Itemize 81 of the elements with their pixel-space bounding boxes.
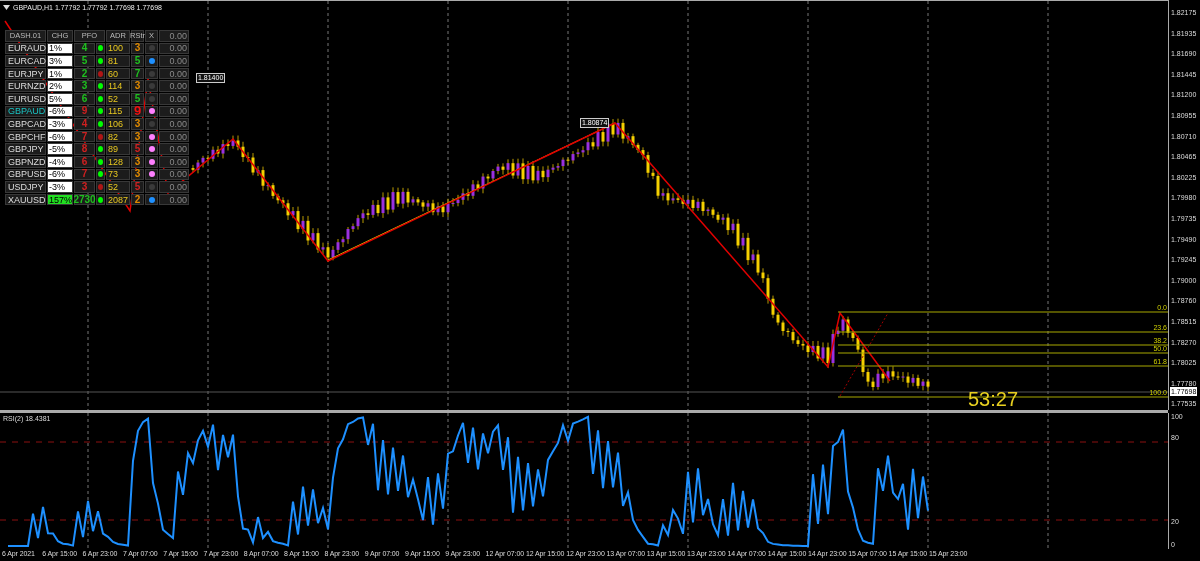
value-cell: 0.00 bbox=[159, 155, 189, 168]
value-cell: 0.00 bbox=[159, 181, 189, 193]
value-cell: 0.00 bbox=[159, 42, 189, 55]
pfo-cell: 2 bbox=[74, 67, 95, 80]
symbol-cell[interactable]: GBPUSD bbox=[5, 168, 46, 181]
strength-cell: 3 bbox=[131, 130, 144, 143]
strength-cell: 3 bbox=[131, 80, 144, 92]
pfo-cell: 5 bbox=[74, 55, 95, 67]
pfo-cell: 9 bbox=[74, 105, 95, 118]
value-cell: 0.00 bbox=[159, 143, 189, 155]
symbol-cell[interactable]: GBPCAD bbox=[5, 118, 46, 130]
strength-cell: 3 bbox=[131, 168, 144, 181]
adr-cell: 128 bbox=[106, 155, 130, 168]
pfo-cell: 7 bbox=[74, 130, 95, 143]
adr-cell: 100 bbox=[106, 42, 130, 55]
value-cell: 0.00 bbox=[159, 130, 189, 143]
countdown-timer: 53:27 bbox=[968, 389, 1019, 409]
pfo-cell: 6 bbox=[74, 92, 95, 105]
strength-cell: 5 bbox=[131, 181, 144, 193]
value-cell: 0.00 bbox=[159, 80, 189, 92]
strength-cell: 3 bbox=[131, 118, 144, 130]
value-cell: 0.00 bbox=[159, 30, 189, 42]
symbol-cell[interactable]: GBPAUD bbox=[5, 105, 46, 118]
pfo-cell: 6 bbox=[74, 155, 95, 168]
adr-cell: 82 bbox=[106, 130, 130, 143]
symbol-cell[interactable]: XAUUSD bbox=[5, 193, 46, 206]
strength-cell: 5 bbox=[131, 143, 144, 155]
change-cell: -3% bbox=[47, 118, 73, 130]
change-cell: -3% bbox=[47, 181, 73, 193]
symbol-cell[interactable]: GBPJPY bbox=[5, 143, 46, 155]
strength-cell: 3 bbox=[131, 42, 144, 55]
symbol-cell[interactable]: GBPNZD bbox=[5, 155, 46, 168]
strength-cell: 2 bbox=[131, 193, 144, 206]
pfo-cell: 8 bbox=[74, 143, 95, 155]
symbol-cell[interactable]: EURUSD bbox=[5, 92, 46, 105]
value-cell: 0.00 bbox=[159, 105, 189, 118]
value-cell: 0.00 bbox=[159, 67, 189, 80]
value-cell: 0.00 bbox=[159, 193, 189, 206]
pfo-cell: 2730 bbox=[74, 193, 95, 206]
pfo-cell: 3 bbox=[74, 181, 95, 193]
pfo-cell: 7 bbox=[74, 168, 95, 181]
adr-cell: 81 bbox=[106, 55, 130, 67]
value-cell: 0.00 bbox=[159, 118, 189, 130]
adr-cell: 73 bbox=[106, 168, 130, 181]
strength-cell: 7 bbox=[131, 67, 144, 80]
pfo-cell: 4 bbox=[74, 118, 95, 130]
strength-cell: 9 bbox=[131, 105, 144, 118]
adr-cell: 2087 bbox=[106, 193, 130, 206]
change-cell: -6% bbox=[47, 105, 73, 118]
change-cell: 1% bbox=[47, 67, 73, 80]
value-cell: 0.00 bbox=[159, 168, 189, 181]
adr-cell: 89 bbox=[106, 143, 130, 155]
change-cell: 1% bbox=[47, 42, 73, 55]
pfo-cell: 3 bbox=[74, 80, 95, 92]
adr-cell: 114 bbox=[106, 80, 130, 92]
adr-cell: 52 bbox=[106, 92, 130, 105]
strength-cell: 3 bbox=[131, 155, 144, 168]
change-cell: 3% bbox=[47, 55, 73, 67]
value-cell: 0.00 bbox=[159, 55, 189, 67]
change-cell: 157% bbox=[47, 193, 73, 206]
symbol-cell[interactable]: EURAUD bbox=[5, 42, 46, 55]
symbol-cell[interactable]: EURJPY bbox=[5, 67, 46, 80]
strength-cell: 5 bbox=[131, 92, 144, 105]
value-cell: 0.00 bbox=[159, 92, 189, 105]
caret-icon[interactable] bbox=[3, 5, 10, 10]
change-cell: 2% bbox=[47, 80, 73, 92]
change-cell: 5% bbox=[47, 92, 73, 105]
symbol-cell[interactable]: GBPCHF bbox=[5, 130, 46, 143]
change-cell: -4% bbox=[47, 155, 73, 168]
adr-cell: 60 bbox=[106, 67, 130, 80]
symbol-cell[interactable]: EURNZD bbox=[5, 80, 46, 92]
symbol-cell[interactable]: USDJPY bbox=[5, 181, 46, 193]
pfo-cell: 4 bbox=[74, 42, 95, 55]
strength-cell: 5 bbox=[131, 55, 144, 67]
adr-cell: 115 bbox=[106, 105, 130, 118]
adr-cell: 106 bbox=[106, 118, 130, 130]
change-cell: -6% bbox=[47, 168, 73, 181]
change-cell: -6% bbox=[47, 130, 73, 143]
change-cell: -5% bbox=[47, 143, 73, 155]
symbol-cell[interactable]: EURCAD bbox=[5, 55, 46, 67]
adr-cell: 52 bbox=[106, 181, 130, 193]
